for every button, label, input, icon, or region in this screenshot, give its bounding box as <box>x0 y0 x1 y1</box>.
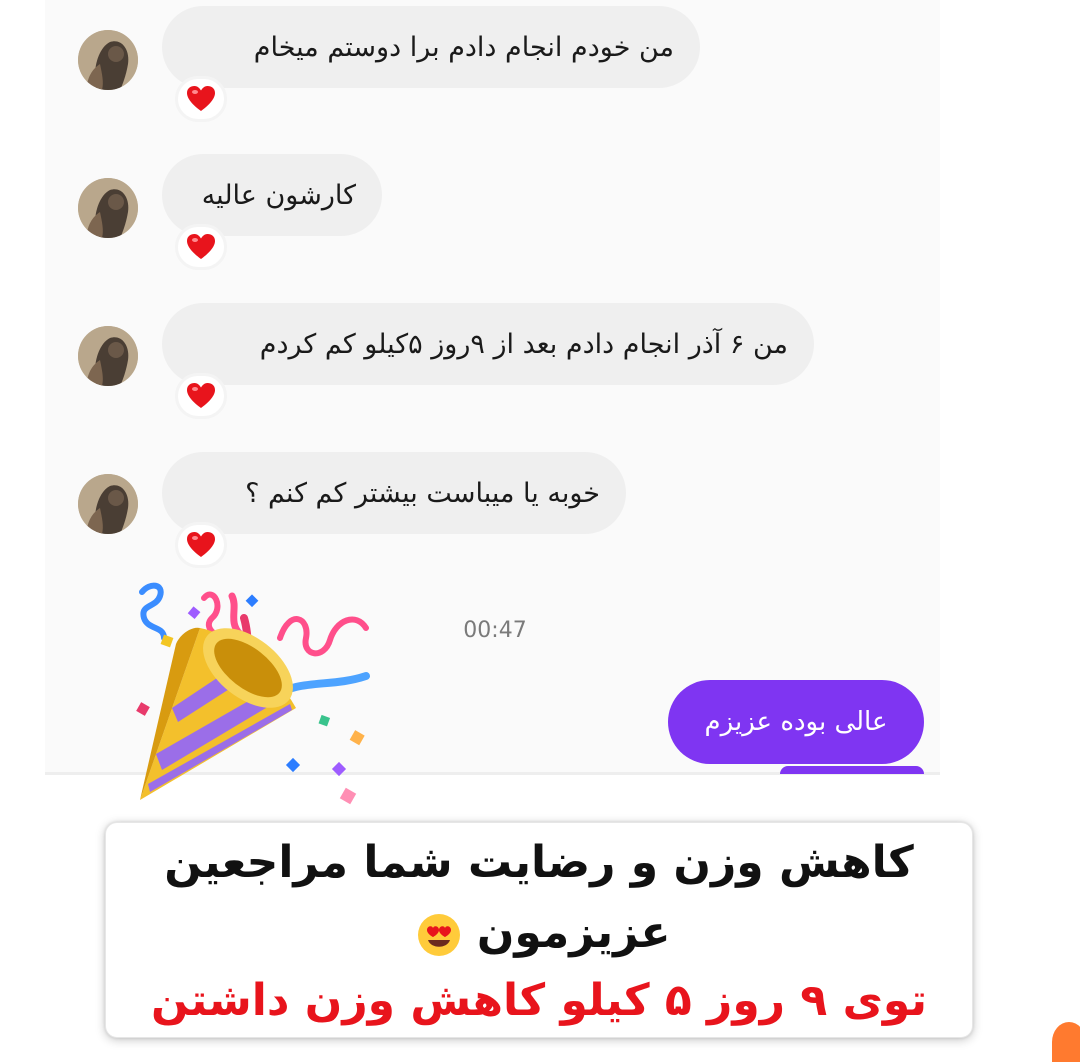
caption-subline-text: عزیزمون <box>476 907 671 958</box>
avatar[interactable] <box>78 30 138 90</box>
message-bubble[interactable]: من ۶ آذر انجام دادم بعد از ۹روز ۵کیلو کم… <box>162 303 814 385</box>
message-text: من خودم انجام دادم برا دوستم میخام <box>253 31 674 63</box>
message-timestamp: 00:47 <box>463 618 527 643</box>
message-text: من ۶ آذر انجام دادم بعد از ۹روز ۵کیلو کم… <box>259 328 788 360</box>
heart-icon <box>187 383 215 408</box>
heart-icon <box>187 532 215 557</box>
heart-icon <box>187 234 215 259</box>
heart-eyes-emoji-icon <box>418 914 461 956</box>
sent-message-text: عالی بوده عزیزم <box>704 707 888 737</box>
message-bubble[interactable]: خوبه یا میباست بیشتر کم کنم ؟ <box>162 452 626 534</box>
caption-subline: عزیزمون <box>106 903 972 963</box>
message-text: کارشون عالیه <box>201 179 356 211</box>
message-text: خوبه یا میباست بیشتر کم کنم ؟ <box>245 477 600 509</box>
sent-message-bubble[interactable]: عالی بوده عزیزم <box>668 680 924 764</box>
message-reaction[interactable] <box>175 522 227 568</box>
promo-caption: کاهش وزن و رضایت شما مراجعین عزیزمون توی… <box>105 822 973 1038</box>
heart-icon <box>187 86 215 111</box>
avatar[interactable] <box>78 474 138 534</box>
message-reaction[interactable] <box>175 224 227 270</box>
corner-shape <box>1052 1022 1080 1062</box>
avatar[interactable] <box>78 178 138 238</box>
caption-headline: کاهش وزن و رضایت شما مراجعین <box>164 837 914 888</box>
party-popper-icon <box>136 582 370 805</box>
message-bubble[interactable]: من خودم انجام دادم برا دوستم میخام <box>162 6 700 88</box>
message-reaction[interactable] <box>175 373 227 419</box>
caption-highlight: توی ۹ روز ۵ کیلو کاهش وزن داشتن <box>150 975 928 1026</box>
next-sent-bubble <box>780 766 924 774</box>
avatar[interactable] <box>78 326 138 386</box>
message-reaction[interactable] <box>175 76 227 122</box>
